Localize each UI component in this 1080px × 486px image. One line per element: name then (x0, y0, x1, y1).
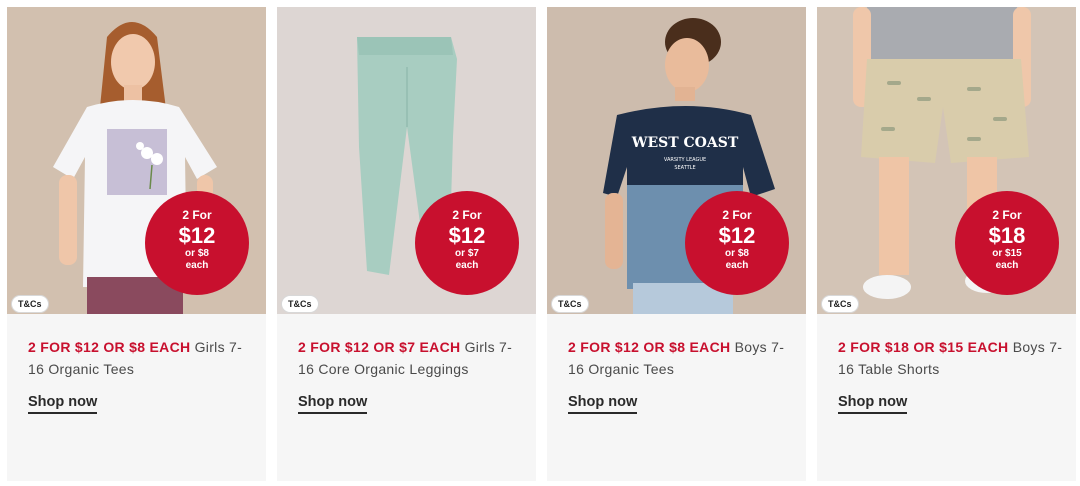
tcs-button[interactable]: T&Cs (821, 295, 859, 313)
product-card-girls-tees[interactable]: 2 For $12 or $8 each T&Cs 2 FOR $12 OR $… (7, 7, 266, 481)
badge-each: each (725, 260, 749, 271)
tcs-button[interactable]: T&Cs (281, 295, 319, 313)
badge-price: $18 (988, 223, 1026, 248)
product-info: 2 FOR $12 OR $8 EACH Girls 7-16 Organic … (28, 336, 253, 414)
promo-price-badge: 2 For $18 or $15 each (955, 191, 1059, 295)
product-card-boys-tees[interactable]: WEST COAST VARSITY LEAGUE SEATTLE 2 For … (547, 7, 806, 481)
tcs-button[interactable]: T&Cs (551, 295, 589, 313)
product-info: 2 FOR $18 OR $15 EACH Boys 7-16 Table Sh… (838, 336, 1063, 414)
product-image[interactable]: 2 For $12 or $8 each T&Cs (7, 7, 266, 314)
product-card-girls-leggings[interactable]: 2 For $12 or $7 each T&Cs 2 FOR $12 OR $… (277, 7, 536, 481)
badge-each: each (185, 260, 209, 271)
badge-each: each (455, 260, 479, 271)
shop-now-link[interactable]: Shop now (28, 394, 98, 414)
badge-label: 2 For (722, 208, 752, 222)
promo-price-badge: 2 For $12 or $8 each (145, 191, 249, 295)
badge-label: 2 For (452, 208, 482, 222)
badge-single-price: or $8 (725, 248, 749, 259)
promo-price-badge: 2 For $12 or $7 each (415, 191, 519, 295)
tee-print-sub2: SEATTLE (674, 165, 695, 171)
promo-text: 2 FOR $12 OR $7 EACH (298, 339, 461, 355)
promo-text: 2 FOR $18 OR $15 EACH (838, 339, 1009, 355)
badge-label: 2 For (182, 208, 212, 222)
badge-single-price: or $7 (455, 248, 479, 259)
badge-price: $12 (718, 223, 756, 248)
shop-now-link[interactable]: Shop now (298, 394, 368, 414)
tee-print-sub1: VARSITY LEAGUE (664, 157, 706, 163)
badge-each: each (995, 260, 1019, 271)
shop-now-link[interactable]: Shop now (568, 394, 638, 414)
product-card-boys-shorts[interactable]: 2 For $18 or $15 each T&Cs 2 FOR $18 OR … (817, 7, 1076, 481)
shop-now-link[interactable]: Shop now (838, 394, 908, 414)
product-description[interactable]: 2 FOR $12 OR $8 EACH Girls 7-16 Organic … (28, 336, 253, 380)
product-info: 2 FOR $12 OR $7 EACH Girls 7-16 Core Org… (298, 336, 523, 414)
tee-print-title: WEST COAST (631, 135, 739, 151)
badge-price: $12 (448, 223, 486, 248)
badge-price: $12 (178, 223, 216, 248)
product-promo-grid: 2 For $12 or $8 each T&Cs 2 FOR $12 OR $… (0, 0, 1080, 486)
product-info: 2 FOR $12 OR $8 EACH Boys 7-16 Organic T… (568, 336, 793, 414)
promo-price-badge: 2 For $12 or $8 each (685, 191, 789, 295)
product-description[interactable]: 2 FOR $12 OR $7 EACH Girls 7-16 Core Org… (298, 336, 523, 380)
promo-text: 2 FOR $12 OR $8 EACH (568, 339, 731, 355)
badge-label: 2 For (992, 208, 1022, 222)
tcs-button[interactable]: T&Cs (11, 295, 49, 313)
product-description[interactable]: 2 FOR $18 OR $15 EACH Boys 7-16 Table Sh… (838, 336, 1063, 380)
product-image[interactable]: 2 For $18 or $15 each T&Cs (817, 7, 1076, 314)
badge-single-price: or $8 (185, 248, 209, 259)
badge-single-price: or $15 (992, 248, 1022, 259)
promo-text: 2 FOR $12 OR $8 EACH (28, 339, 191, 355)
product-image[interactable]: 2 For $12 or $7 each T&Cs (277, 7, 536, 314)
product-image[interactable]: WEST COAST VARSITY LEAGUE SEATTLE 2 For … (547, 7, 806, 314)
product-description[interactable]: 2 FOR $12 OR $8 EACH Boys 7-16 Organic T… (568, 336, 793, 380)
